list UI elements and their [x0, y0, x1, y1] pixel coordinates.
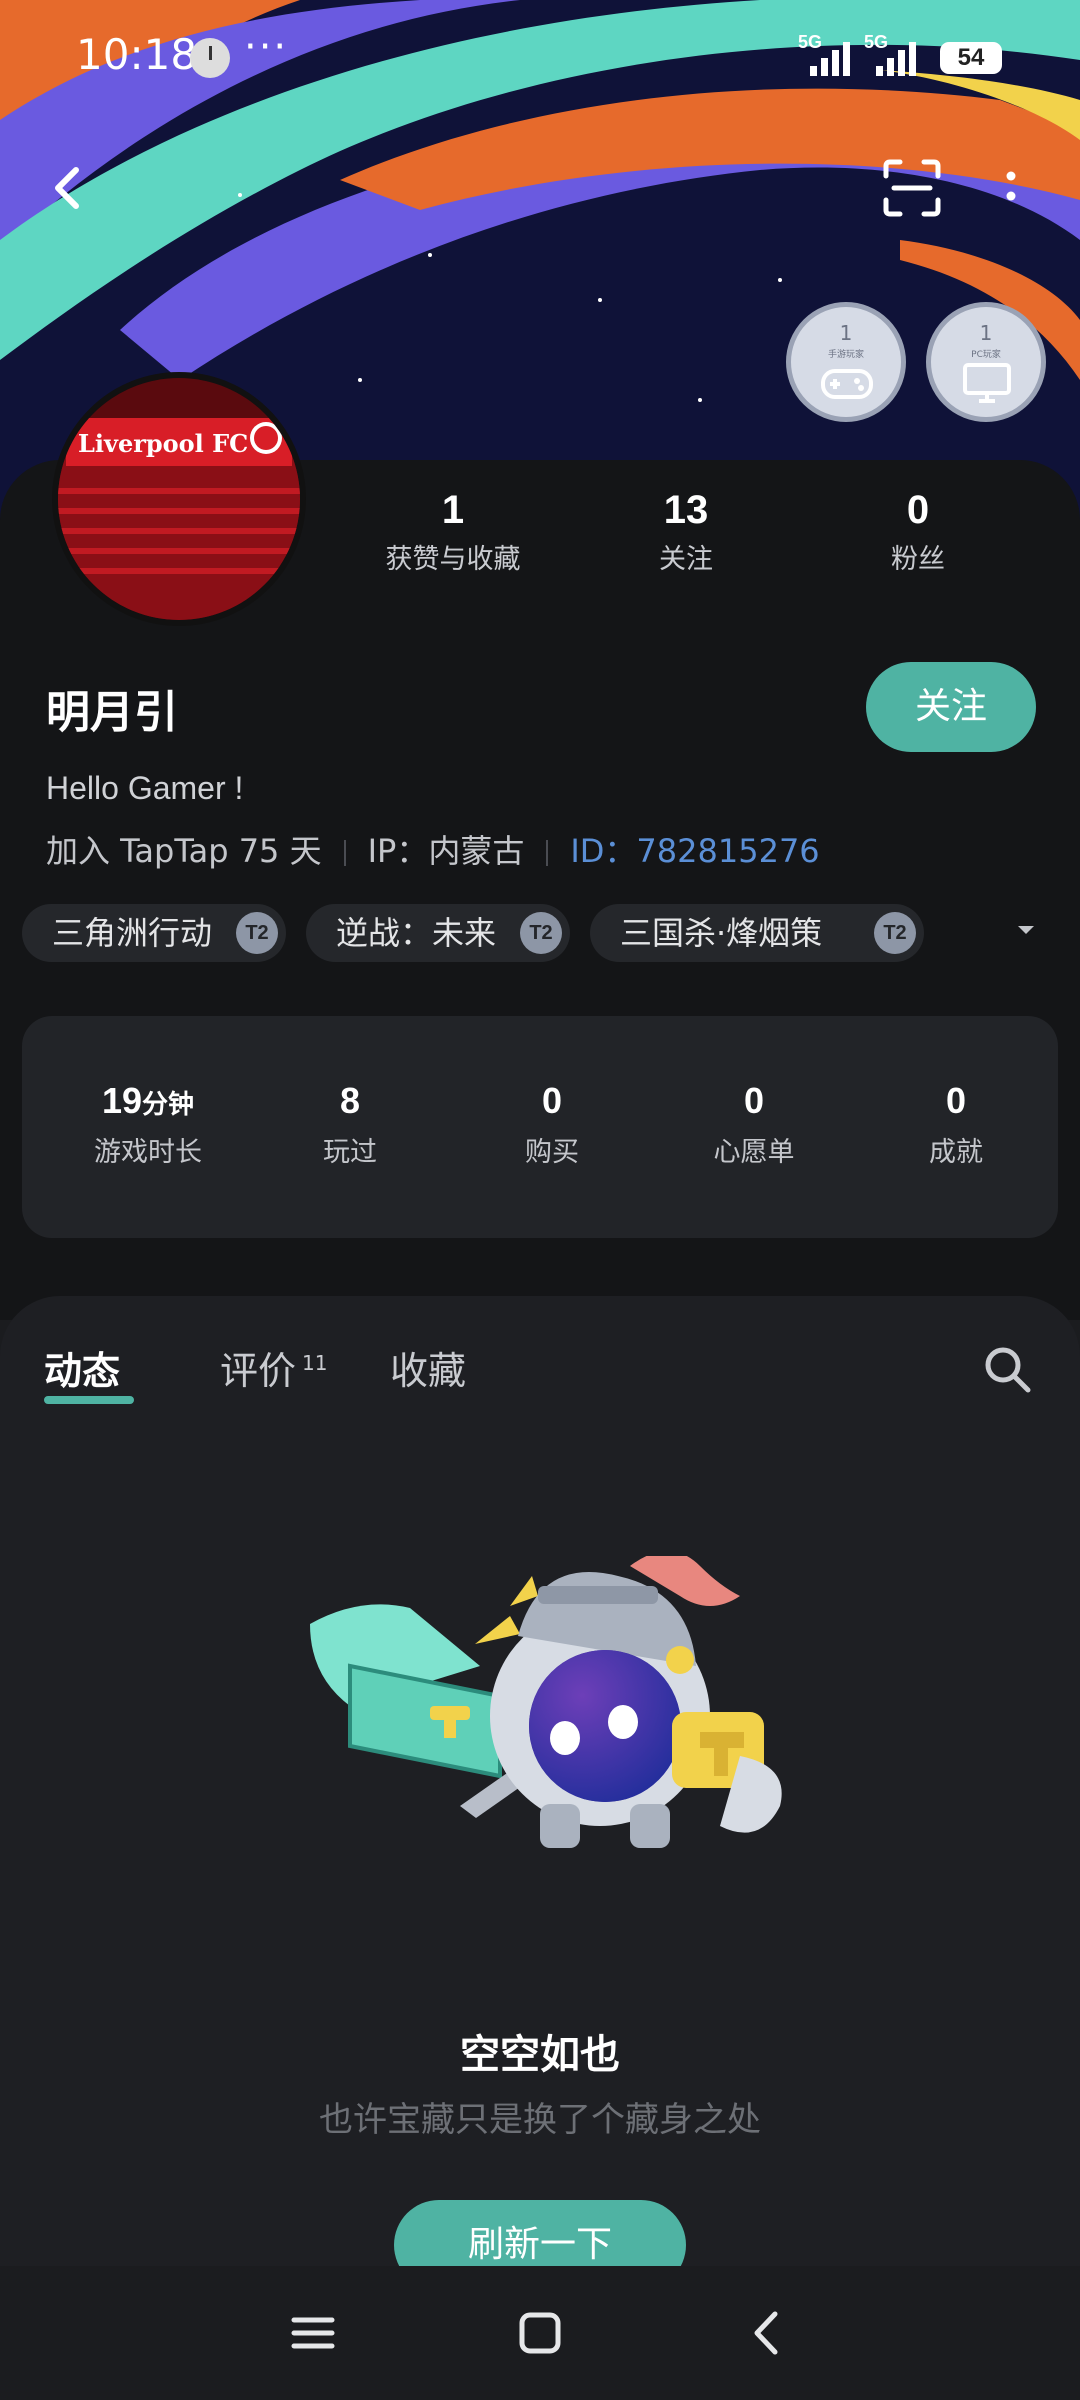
- purchased-label: 购买: [525, 1137, 579, 1168]
- recent-apps-icon[interactable]: [278, 2298, 348, 2368]
- bio-text: Hello Gamer !: [46, 770, 244, 806]
- status-bar: 10:18 ··· 5G 5G 54: [0, 0, 1080, 110]
- clock-app-icon: [190, 38, 230, 78]
- avatar-club-name: Liverpool FC: [78, 429, 248, 458]
- badge-caption: 手游玩家: [827, 350, 864, 360]
- monitor-icon: [963, 363, 1011, 403]
- tab-favorites[interactable]: 收藏: [390, 1340, 466, 1395]
- gamepad-icon: [821, 369, 873, 399]
- active-tab-indicator: [44, 1396, 134, 1404]
- more-menu-icon[interactable]: [996, 158, 1026, 218]
- empty-state-title: 空空如也: [460, 2032, 620, 2078]
- mobile-gamer-badge[interactable]: 1 手游玩家: [786, 302, 906, 422]
- wishlist-label: 心愿单: [713, 1137, 795, 1168]
- game-tag-label: 逆战：未来: [336, 914, 497, 952]
- follow-button[interactable]: 关注: [866, 662, 1036, 752]
- followers-stat[interactable]: 0 粉丝: [858, 488, 978, 576]
- user-id[interactable]: ID：782815276: [570, 832, 819, 870]
- badge-count: 1: [979, 321, 993, 345]
- tier-badge-icon: T2: [874, 912, 916, 954]
- search-icon[interactable]: [980, 1342, 1034, 1396]
- game-tag-label: 三角洲行动: [52, 914, 213, 952]
- purchased-value: 0: [541, 1080, 563, 1121]
- username: 明月引: [46, 687, 178, 738]
- achievements-label: 成就: [929, 1137, 983, 1168]
- played-stat[interactable]: 8 玩过: [260, 1080, 440, 1169]
- game-tag[interactable]: 逆战：未来 T2: [306, 904, 570, 962]
- scan-icon[interactable]: [880, 156, 944, 220]
- divider: [343, 840, 346, 866]
- wishlist-value: 0: [743, 1080, 765, 1121]
- system-navigation-bar: [0, 2266, 1080, 2400]
- join-duration: 加入 TapTap 75 天: [46, 832, 322, 870]
- home-icon[interactable]: [505, 2298, 575, 2368]
- achievements-stat[interactable]: 0 成就: [866, 1080, 1046, 1169]
- likes-label: 获赞与收藏: [385, 544, 521, 575]
- game-tag-label: 三国杀·烽烟策: [620, 914, 823, 952]
- playtime-label: 游戏时长: [94, 1137, 202, 1168]
- badge-count: 1: [839, 321, 853, 345]
- back-arrow-icon[interactable]: [40, 158, 100, 218]
- purchased-stat[interactable]: 0 购买: [462, 1080, 642, 1169]
- ip-location: IP：内蒙古: [367, 832, 525, 870]
- tier-badge-icon: T2: [520, 912, 562, 954]
- signal-icon: 5G: [798, 32, 858, 80]
- achievements-value: 0: [945, 1080, 967, 1121]
- battery-icon: 54: [940, 42, 1002, 74]
- following-stat[interactable]: 13 关注: [626, 488, 746, 576]
- content-section: 动态 评价 11 收藏 空空如也 也许宝藏只是换了个藏身之处 刷新一下: [0, 1296, 1080, 2290]
- avatar[interactable]: Liverpool FC: [52, 372, 306, 626]
- game-tags: 三角洲行动 T2 逆战：未来 T2 三国杀·烽烟策 T2: [22, 904, 1022, 962]
- game-stats-card: 19分钟 游戏时长 8 玩过 0 购买 0 心愿单 0 成就: [22, 1016, 1058, 1238]
- tier-badge-icon: T2: [236, 912, 278, 954]
- tab-reviews[interactable]: 评价 11: [220, 1340, 327, 1395]
- tab-reviews-label: 评价: [220, 1349, 297, 1393]
- followers-label: 粉丝: [891, 544, 945, 575]
- badge-caption: PC玩家: [971, 350, 1001, 360]
- tab-feed[interactable]: 动态: [44, 1340, 120, 1395]
- more-notifications-icon: ···: [244, 24, 289, 70]
- back-nav-icon[interactable]: [733, 2298, 803, 2368]
- game-tag[interactable]: 三角洲行动 T2: [22, 904, 286, 962]
- followers-count: 0: [906, 488, 930, 532]
- likes-count: 1: [441, 488, 465, 532]
- played-value: 8: [339, 1080, 361, 1121]
- profile-page: 10:18 ··· 5G 5G 54 1 手游玩家 1 PC玩家 Liverpo…: [0, 0, 1080, 2400]
- pc-gamer-badge[interactable]: 1 PC玩家: [926, 302, 1046, 422]
- reviews-count: 11: [302, 1351, 328, 1376]
- status-time: 10:18: [76, 30, 198, 79]
- empty-state-illustration: [300, 1551, 800, 1916]
- playtime-value: 19: [101, 1080, 143, 1121]
- empty-state-subtitle: 也许宝藏只是换了个藏身之处: [319, 2100, 761, 2140]
- wishlist-stat[interactable]: 0 心愿单: [664, 1080, 844, 1169]
- following-count: 13: [663, 488, 709, 532]
- signal-icon: 5G: [864, 32, 924, 80]
- playtime-unit: 分钟: [142, 1090, 195, 1120]
- following-label: 关注: [659, 544, 713, 575]
- expand-tags-icon[interactable]: [1014, 918, 1038, 942]
- divider: [546, 840, 549, 866]
- game-tag[interactable]: 三国杀·烽烟策 T2: [590, 904, 924, 962]
- playtime-stat[interactable]: 19分钟 游戏时长: [58, 1080, 238, 1169]
- played-label: 玩过: [323, 1137, 377, 1168]
- likes-stat[interactable]: 1 获赞与收藏: [378, 488, 528, 576]
- profile-meta: 加入 TapTap 75 天 IP：内蒙古 ID：782815276: [46, 826, 820, 872]
